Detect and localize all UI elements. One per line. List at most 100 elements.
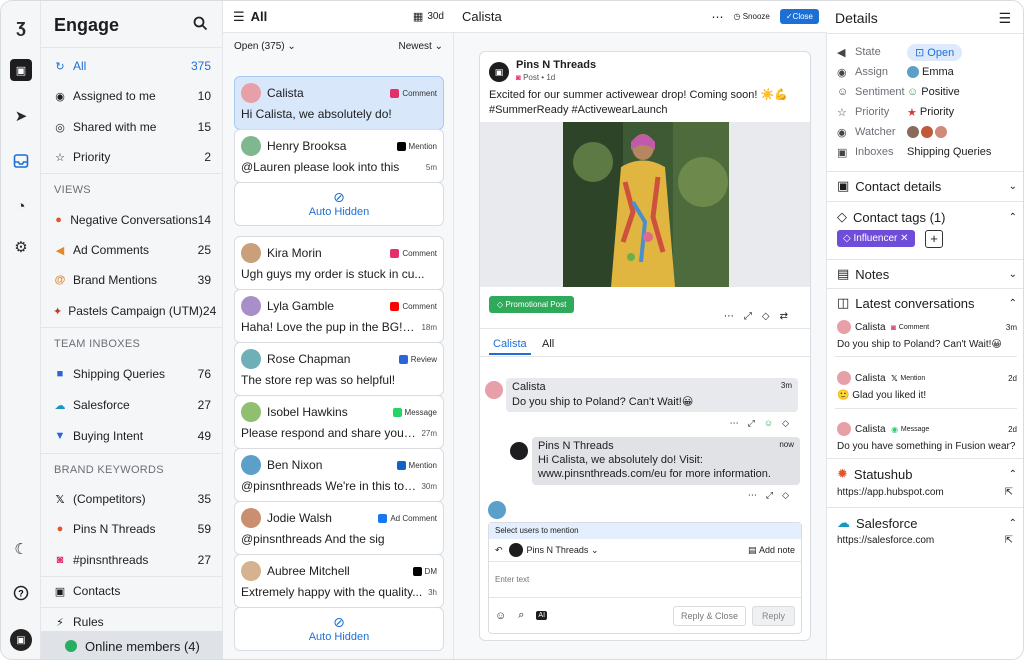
post-image[interactable]: [563, 122, 729, 287]
latest-conversations-header[interactable]: ◫ Latest conversations ⌃: [837, 295, 1017, 311]
reply-as-select[interactable]: Pins N Threads ⌄: [527, 545, 748, 556]
sidebar-item-shared[interactable]: ◎ Shared with me 15: [41, 113, 223, 141]
more-icon[interactable]: ⋯: [712, 10, 724, 24]
online-members[interactable]: Online members (4): [41, 631, 223, 659]
conversation-card[interactable]: Henry Brooksa Mention @Lauren please look …: [234, 129, 444, 183]
view-negative[interactable]: ● Negative Conversations 14: [41, 206, 223, 234]
sidebar-item-count: 10: [197, 89, 211, 103]
view-pastels-campaign[interactable]: ✦ Pastels Campaign (UTM) 24: [41, 297, 223, 325]
reply-close-button[interactable]: Reply & Close: [672, 605, 746, 626]
keyword-hashtag[interactable]: ◙ #pinsnthreads 27: [41, 546, 223, 574]
contact-details-header[interactable]: ▣ Contact details ⌄: [837, 178, 1017, 194]
expand-icon[interactable]: ⤢: [748, 418, 764, 428]
sentiment-value[interactable]: Positive: [921, 86, 960, 98]
snooze-button[interactable]: ◷ Snooze: [734, 12, 770, 21]
tag-icon[interactable]: ◇: [782, 418, 798, 428]
auto-hidden-group[interactable]: ⊘ Auto Hidden: [234, 607, 444, 651]
priority-value[interactable]: Priority: [920, 106, 954, 118]
sidebar-item-all[interactable]: ↻ All 375: [41, 52, 223, 80]
close-icon[interactable]: ✕: [900, 233, 908, 244]
add-tag-button[interactable]: +: [925, 230, 943, 248]
conversation-card[interactable]: Aubree Mitchell DM Extremely happy with th…: [234, 554, 444, 608]
divider: [827, 507, 1023, 508]
auto-hidden-group[interactable]: ⊘ Auto Hidden: [234, 182, 444, 226]
view-label: Ad Comments: [73, 243, 150, 257]
close-button[interactable]: ✓ Close: [779, 9, 819, 24]
inboxes-value[interactable]: Shipping Queries: [907, 146, 991, 158]
contact-avatar: [241, 83, 261, 103]
priority-star-icon: ★: [907, 106, 917, 119]
sidebar-contacts[interactable]: ▣ Contacts: [41, 577, 223, 605]
collapse-panel-icon[interactable]: ☰: [998, 10, 1011, 27]
tag-icon[interactable]: ◇: [782, 490, 798, 500]
statushub-header[interactable]: ✹ Statushub ⌃: [837, 466, 1017, 482]
more-icon[interactable]: ⋯: [748, 490, 766, 500]
post-tag-badge[interactable]: ◇ Promotional Post: [489, 296, 575, 313]
share-icon[interactable]: ⇄: [780, 311, 798, 322]
reply-icon[interactable]: ↶: [495, 545, 503, 556]
salesforce-link[interactable]: https://salesforce.com ⇱: [837, 535, 1013, 546]
keyword-pins-n-threads[interactable]: ● Pins N Threads 59: [41, 515, 223, 543]
moon-icon[interactable]: ☾: [10, 538, 32, 560]
card-message: Extremely happy with the quality...: [241, 585, 423, 599]
search-icon[interactable]: [193, 16, 208, 35]
emoji-icon[interactable]: ☺: [495, 610, 506, 622]
reports-icon[interactable]: ◔: [10, 195, 32, 217]
conversation-card[interactable]: Ben Nixon Mention @pinsnthreads We're in t…: [234, 448, 444, 502]
contact-avatar: [485, 381, 503, 399]
sentiment-icon[interactable]: ☺: [764, 418, 782, 428]
user-avatar[interactable]: ▣: [10, 629, 32, 651]
expand-icon[interactable]: ⤢: [766, 490, 782, 500]
divider: [827, 458, 1023, 459]
latest-conversation-item[interactable]: Calista ◉ Message 2d Do you have something…: [837, 421, 1017, 452]
contact-tags-header[interactable]: ◇ Contact tags (1) ⌃: [837, 209, 1017, 225]
conversation-card[interactable]: Rose Chapman Review The store rep was so h…: [234, 342, 444, 396]
salesforce-header[interactable]: ☁ Salesforce ⌃: [837, 515, 1017, 531]
card-name: Jodie Walsh: [267, 511, 332, 525]
help-icon[interactable]: ?: [10, 582, 32, 604]
conversation-card[interactable]: Calista Comment Hi Calista, we absolutely …: [234, 76, 444, 130]
team-salesforce[interactable]: ☁ Salesforce 27: [41, 391, 223, 419]
more-icon[interactable]: ⋯: [730, 418, 748, 428]
view-brand-mentions[interactable]: @ Brand Mentions 39: [41, 266, 223, 294]
attachment-icon[interactable]: ⌕: [518, 609, 524, 622]
calendar-icon[interactable]: ▦: [413, 10, 423, 23]
inbox-icon[interactable]: [10, 150, 32, 172]
angry-face-icon: ●: [55, 214, 62, 226]
sort-select[interactable]: Newest ⌄: [398, 41, 443, 52]
whatsapp-icon: ◉: [891, 424, 899, 434]
state-badge[interactable]: ⊡ Open: [907, 43, 963, 61]
expand-icon[interactable]: ⤢: [744, 311, 762, 322]
statushub-link[interactable]: https://app.hubspot.com ⇱: [837, 487, 1013, 498]
gear-icon[interactable]: ⚙: [10, 236, 32, 258]
send-icon[interactable]: ➤: [10, 105, 32, 127]
date-range[interactable]: 30d: [427, 11, 444, 22]
status-filter[interactable]: Open (375) ⌄: [234, 41, 296, 52]
ai-icon[interactable]: AI: [536, 611, 548, 620]
sidebar-item-priority[interactable]: ☆ Priority 2: [41, 143, 223, 171]
latest-conversation-item[interactable]: Calista ◙ Comment 3m Do you ship to Poland…: [837, 319, 1017, 350]
keyword-competitors[interactable]: 𝕏 (Competitors) 35: [41, 485, 223, 513]
latest-conversation-item[interactable]: Calista 𝕏 Mention 2d 🙂 Glad you liked it!: [837, 370, 1017, 401]
menu-icon[interactable]: ☰: [233, 9, 245, 25]
view-ad-comments[interactable]: ◀ Ad Comments 25: [41, 236, 223, 264]
reply-button[interactable]: Reply: [751, 605, 795, 626]
notes-header[interactable]: ▤ Notes ⌄: [837, 266, 1017, 282]
reply-input[interactable]: [489, 561, 801, 597]
conversation-card[interactable]: Lyla Gamble Comment Haha! Love the pup in …: [234, 289, 444, 343]
conversation-card[interactable]: Kira Morin Comment Ugh guys my order is st…: [234, 236, 444, 290]
assign-value[interactable]: Emma: [922, 66, 954, 78]
tab-all[interactable]: All: [542, 338, 554, 350]
tab-calista[interactable]: Calista: [489, 338, 531, 355]
view-label: Pastels Campaign (UTM): [68, 304, 203, 318]
sidebar-item-assigned[interactable]: ◉ Assigned to me 10: [41, 82, 223, 110]
influencer-tag[interactable]: ◇ Influencer ✕: [837, 230, 915, 247]
team-shipping[interactable]: ■ Shipping Queries 76: [41, 360, 223, 388]
add-note-button[interactable]: Add note: [759, 545, 795, 555]
brand-icon[interactable]: ▣: [10, 59, 32, 81]
conversation-card[interactable]: Jodie Walsh Ad Comment @pinsnthreads And t…: [234, 501, 444, 555]
more-icon[interactable]: ⋯: [724, 311, 744, 322]
conversation-card[interactable]: Isobel Hawkins Message Please respond and …: [234, 395, 444, 449]
team-buying-intent[interactable]: ▼ Buying Intent 49: [41, 422, 223, 450]
tag-icon[interactable]: ◇: [762, 311, 780, 322]
